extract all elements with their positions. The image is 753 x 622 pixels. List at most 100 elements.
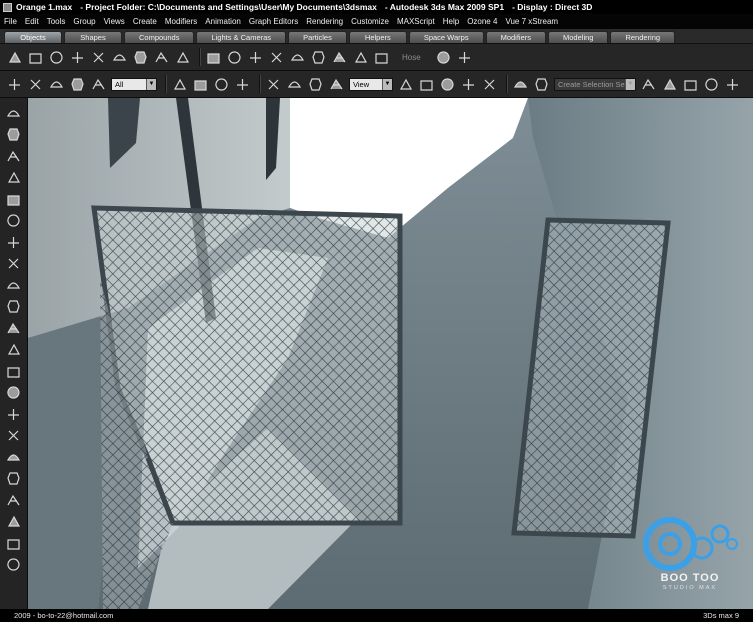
tab-space-warps[interactable]: Space Warps	[408, 31, 484, 43]
schematic-icon[interactable]	[682, 76, 699, 93]
hand-icon[interactable]	[5, 341, 23, 359]
plane-icon[interactable]	[174, 49, 191, 66]
pyramid-icon[interactable]	[111, 49, 128, 66]
material-editor-icon[interactable]	[703, 76, 720, 93]
app-icon[interactable]	[3, 2, 12, 12]
shape-icon[interactable]	[435, 49, 452, 66]
camera-icon[interactable]	[5, 448, 23, 466]
snap-icon[interactable]	[418, 76, 435, 93]
cylinder-icon[interactable]	[48, 49, 65, 66]
oil-tank-icon[interactable]	[331, 49, 348, 66]
perspective-viewport[interactable]: BOO TOO STUDIO MAX	[28, 98, 753, 609]
dots-icon[interactable]	[5, 298, 23, 316]
ring-icon[interactable]	[5, 384, 23, 402]
bolt-icon[interactable]	[5, 427, 23, 445]
menu-item-rendering[interactable]: Rendering	[306, 17, 343, 26]
tab-shapes[interactable]: Shapes	[64, 31, 122, 43]
menu-item-tools[interactable]: Tools	[47, 17, 66, 26]
move-icon[interactable]	[265, 76, 282, 93]
tab-objects[interactable]: Objects	[4, 31, 62, 43]
manipulate-icon[interactable]	[397, 76, 414, 93]
spinner-snap-icon[interactable]	[481, 76, 498, 93]
tab-lights-cameras[interactable]: Lights & Cameras	[196, 31, 287, 43]
geosphere-icon[interactable]	[132, 49, 149, 66]
undo-icon[interactable]	[6, 76, 23, 93]
tab-modifiers[interactable]: Modifiers	[485, 31, 547, 43]
boat-icon[interactable]	[5, 169, 23, 187]
unlink-icon[interactable]	[69, 76, 86, 93]
menu-item-create[interactable]: Create	[133, 17, 157, 26]
torus-tool-icon[interactable]	[5, 147, 23, 165]
menu-item-maxscript[interactable]: MAXScript	[397, 17, 435, 26]
render-setup-icon[interactable]	[724, 76, 741, 93]
menu-item-ozone-4[interactable]: Ozone 4	[467, 17, 497, 26]
redo-icon[interactable]	[27, 76, 44, 93]
select-arrow-icon[interactable]	[171, 76, 188, 93]
shape-tool-icon[interactable]	[5, 190, 23, 208]
gear-icon[interactable]	[289, 49, 306, 66]
arrow-icon[interactable]	[5, 513, 23, 531]
swirl-icon[interactable]	[5, 556, 23, 574]
sphere-icon[interactable]	[69, 49, 86, 66]
gem-icon[interactable]	[226, 49, 243, 66]
brush-icon[interactable]	[5, 233, 23, 251]
chevron-down-icon: ▼	[146, 78, 156, 90]
menu-item-graph-editors[interactable]: Graph Editors	[249, 17, 298, 26]
rect-region-icon[interactable]	[213, 76, 230, 93]
stack-icon[interactable]	[5, 126, 23, 144]
chamfer-box-icon[interactable]	[247, 49, 264, 66]
align-icon[interactable]	[533, 76, 550, 93]
menu-item-group[interactable]: Group	[73, 17, 95, 26]
link-icon[interactable]	[48, 76, 65, 93]
tab-rendering[interactable]: Rendering	[610, 31, 676, 43]
window-crossing-icon[interactable]	[234, 76, 251, 93]
select-by-name-icon[interactable]	[192, 76, 209, 93]
hose-label[interactable]: Hose	[402, 53, 421, 62]
menu-item-animation[interactable]: Animation	[205, 17, 241, 26]
wave-icon[interactable]	[5, 362, 23, 380]
app-name: - Autodesk 3ds Max 2009 SP1	[384, 2, 505, 12]
pivot-icon[interactable]	[328, 76, 345, 93]
menu-item-customize[interactable]: Customize	[351, 17, 389, 26]
tab-particles[interactable]: Particles	[288, 31, 347, 43]
curve-editor-icon[interactable]	[661, 76, 678, 93]
mirror-icon[interactable]	[512, 76, 529, 93]
hedra-icon[interactable]	[352, 49, 369, 66]
angle-snap-icon[interactable]	[439, 76, 456, 93]
disk-icon[interactable]	[5, 212, 23, 230]
menu-item-views[interactable]: Views	[104, 17, 125, 26]
dish-icon[interactable]	[5, 470, 23, 488]
wing-icon[interactable]	[5, 319, 23, 337]
tab-compounds[interactable]: Compounds	[124, 31, 195, 43]
named-selection-set-dropdown[interactable]: Create Selection Se ▼	[554, 77, 636, 91]
tab-modeling[interactable]: Modeling	[548, 31, 609, 43]
percent-snap-icon[interactable]	[460, 76, 477, 93]
spindle-icon[interactable]	[310, 49, 327, 66]
rotate-icon[interactable]	[286, 76, 303, 93]
knot-icon[interactable]	[5, 491, 23, 509]
cloth-icon[interactable]	[373, 49, 390, 66]
reference-coord-dropdown[interactable]: View ▼	[349, 77, 393, 91]
torus-icon[interactable]	[153, 49, 170, 66]
selection-filter-dropdown[interactable]: All ▼	[111, 77, 157, 91]
star-icon[interactable]	[205, 49, 222, 66]
box-tool-icon[interactable]	[5, 104, 23, 122]
tower-icon[interactable]	[5, 534, 23, 552]
box-icon[interactable]	[6, 49, 23, 66]
plant-icon[interactable]	[456, 49, 473, 66]
bind-space-warp-icon[interactable]	[90, 76, 107, 93]
menu-item-vue-7-xstream[interactable]: Vue 7 xStream	[505, 17, 558, 26]
scale-icon[interactable]	[307, 76, 324, 93]
menu-item-edit[interactable]: Edit	[25, 17, 39, 26]
capsule-icon[interactable]	[268, 49, 285, 66]
teapot-icon[interactable]	[90, 49, 107, 66]
mallet-icon[interactable]	[5, 405, 23, 423]
cone-icon[interactable]	[27, 49, 44, 66]
tab-helpers[interactable]: Helpers	[348, 31, 407, 43]
tag-icon[interactable]	[5, 255, 23, 273]
gear-tool-icon[interactable]	[5, 276, 23, 294]
menu-item-file[interactable]: File	[4, 17, 17, 26]
menu-item-modifiers[interactable]: Modifiers	[165, 17, 197, 26]
menu-item-help[interactable]: Help	[443, 17, 459, 26]
layers-icon[interactable]	[640, 76, 657, 93]
